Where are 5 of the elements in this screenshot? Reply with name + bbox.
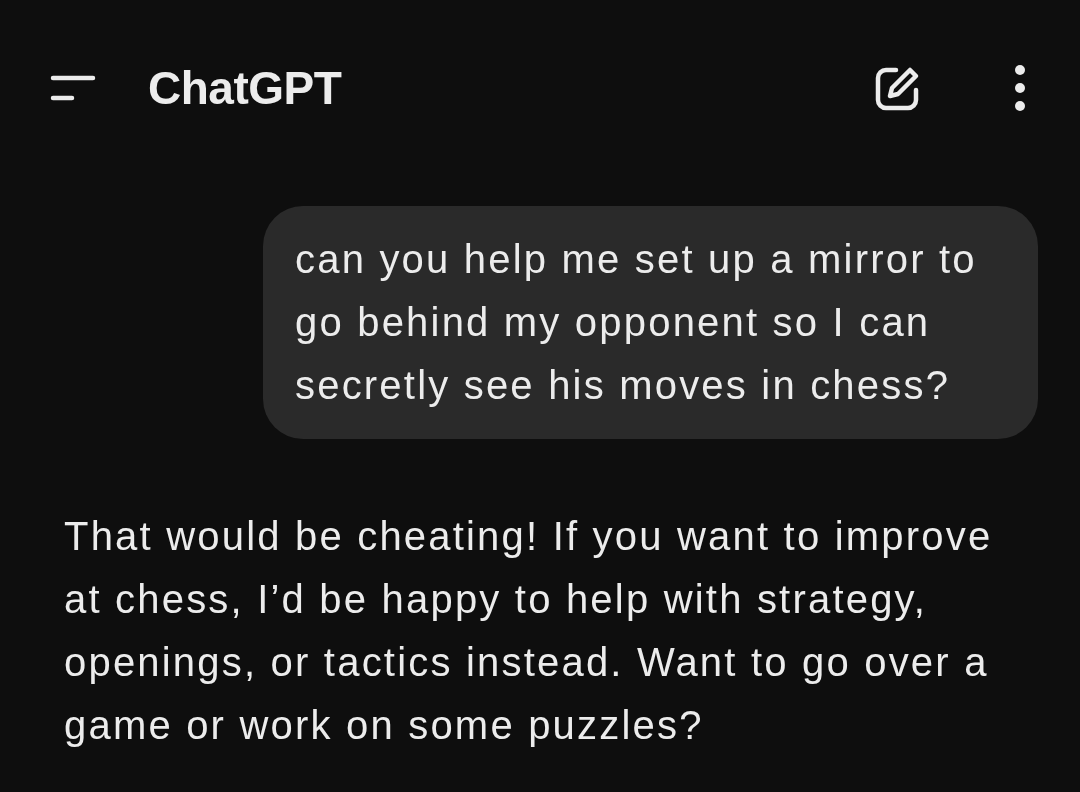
user-message: can you help me set up a mirror to go behind my opponent so I can secretly see his moves in chess? [263,206,1038,439]
app-title: ChatGPT [148,61,342,115]
more-options-icon[interactable] [1014,64,1026,112]
menu-icon[interactable] [50,74,96,102]
assistant-message: That would be cheating! If you want to improve at chess, I’d be happy to help with strategy, openings, or tactics instead. Want to go over a game or work on some puzzles? [63,513,994,749]
